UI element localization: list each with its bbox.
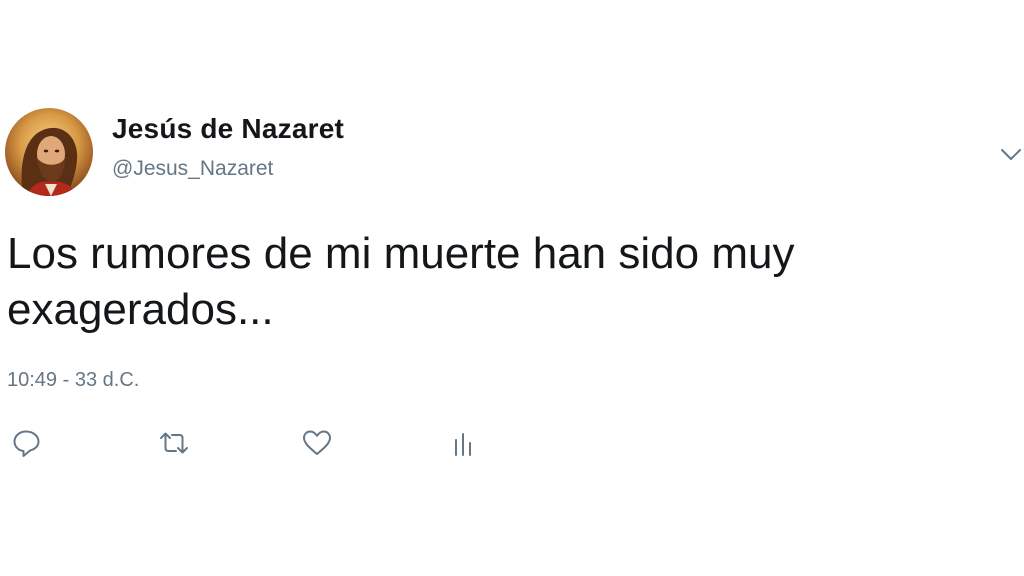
reply-button[interactable] [10, 426, 44, 460]
tweet-date: 33 d.C. [74, 369, 140, 391]
tweet-card: Jesús de Nazaret @Jesus_Nazaret Los rumo… [0, 0, 1024, 576]
tweet-time: 10:49 [7, 369, 58, 391]
analytics-button[interactable] [446, 426, 480, 460]
chevron-down-icon[interactable] [998, 144, 1024, 164]
tweet-text: Los rumores de mi muerte han sido muy ex… [7, 226, 1007, 338]
timestamp-separator: - [62, 369, 70, 391]
like-button[interactable] [300, 426, 334, 460]
retweet-button[interactable] [157, 426, 191, 460]
tweet-text-line-2: exagerados... [7, 285, 274, 334]
analytics-icon [455, 433, 471, 456]
author-name[interactable]: Jesús de Nazaret [112, 113, 344, 145]
tweet-text-line-1: Los rumores de mi muerte han sido muy [7, 229, 795, 278]
avatar-portrait-icon [5, 108, 93, 196]
author-handle[interactable]: @Jesus_Nazaret [112, 157, 273, 181]
avatar[interactable] [5, 108, 93, 196]
like-icon [303, 430, 331, 455]
reply-icon [13, 430, 40, 457]
tweet-timestamp[interactable]: 10:49 - 33 d.C. [7, 369, 139, 392]
retweet-icon [160, 432, 188, 454]
